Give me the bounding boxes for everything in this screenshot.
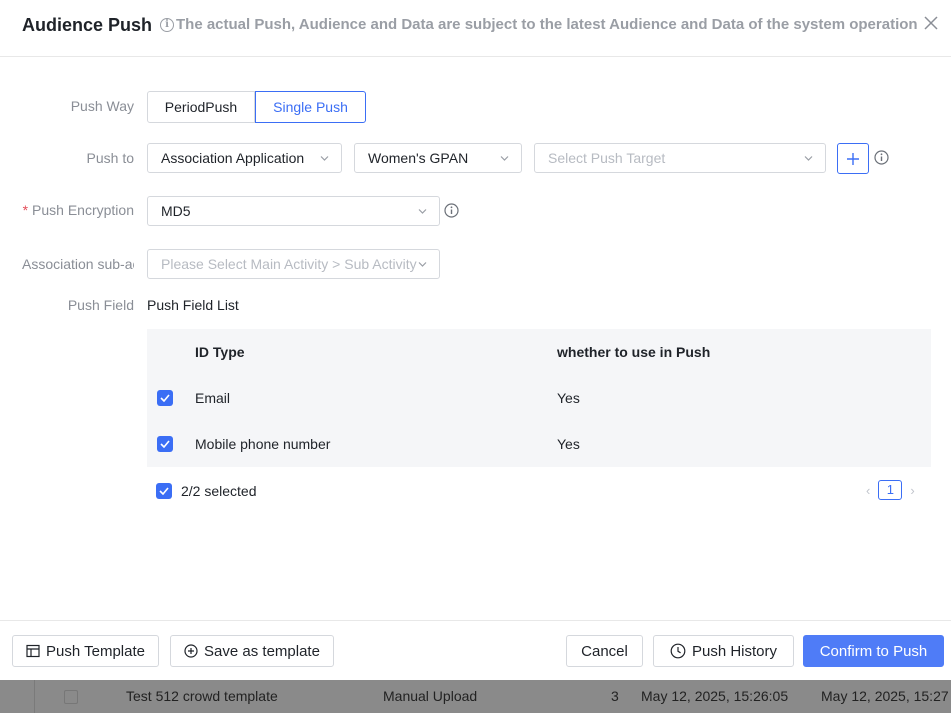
chevron-down-icon	[500, 154, 509, 163]
push-field-list-title: Push Field List	[147, 297, 239, 313]
modal-title: Audience Push	[22, 15, 153, 35]
push-encryption-value: MD5	[161, 203, 191, 219]
push-to-label: Push to	[86, 150, 134, 166]
check-icon	[160, 440, 170, 448]
push-way-label: Push Way	[70, 98, 134, 114]
push-field-table: ID Type whether to use in Push Email Yes…	[147, 329, 931, 467]
push-app-value: Association Application	[161, 150, 305, 166]
check-icon	[160, 394, 170, 402]
chevron-down-icon	[418, 260, 427, 269]
cancel-button[interactable]: Cancel	[566, 635, 643, 667]
table-cell-use-in-push: Yes	[557, 390, 580, 406]
row-source: Manual Upload	[383, 688, 478, 704]
save-as-template-label: Save as template	[204, 642, 320, 660]
required-mark: *	[22, 202, 29, 218]
template-icon	[26, 644, 40, 658]
row-created: May 12, 2025, 15:26:05	[641, 688, 789, 704]
pagination: ‹ 1 ›	[866, 480, 915, 500]
info-icon: i	[160, 17, 174, 32]
chevron-down-icon	[320, 154, 329, 163]
push-template-button[interactable]: Push Template	[12, 635, 159, 667]
table-divider	[34, 680, 35, 713]
period-push-option[interactable]: PeriodPush	[147, 91, 255, 123]
modal-footer: Push Template Save as template Cancel Pu…	[0, 620, 951, 680]
push-way-segmented: PeriodPush Single Push	[147, 91, 366, 123]
confirm-push-button[interactable]: Confirm to Push	[803, 635, 944, 667]
sub-activity-cascader[interactable]: Please Select Main Activity > Sub Activi…	[147, 249, 440, 279]
push-target-select[interactable]: Select Push Target	[534, 143, 826, 173]
push-target-placeholder: Select Push Target	[548, 150, 666, 166]
row-checkbox-mobile[interactable]	[157, 436, 173, 452]
row-checkbox-email[interactable]	[157, 390, 173, 406]
clock-icon	[670, 643, 686, 659]
background-table-row: Test 512 crowd template Manual Upload 3 …	[0, 680, 951, 713]
modal-header: Audience Push i The actual Push, Audienc…	[0, 0, 951, 57]
chevron-down-icon	[804, 154, 813, 163]
push-encryption-label-text: Push Encryption	[32, 202, 134, 218]
chevron-down-icon	[418, 207, 427, 216]
row-checkbox[interactable]	[64, 690, 78, 704]
table-cell-id-type: Email	[195, 390, 231, 406]
push-encryption-label: * Push Encryption	[0, 202, 134, 218]
select-all-checkbox[interactable]	[156, 483, 172, 499]
next-page-icon[interactable]: ›	[910, 483, 914, 498]
sub-activity-placeholder: Please Select Main Activity > Sub Activi…	[161, 256, 417, 272]
column-header-id-type[interactable]: ID Type	[195, 344, 245, 360]
plus-circle-icon	[184, 644, 198, 658]
association-sub-activity-label: Association sub-activity	[22, 256, 134, 272]
info-icon[interactable]	[444, 203, 459, 218]
check-icon	[159, 487, 169, 495]
push-history-label: Push History	[691, 642, 778, 660]
info-icon[interactable]	[874, 150, 889, 165]
page-number[interactable]: 1	[878, 480, 903, 500]
push-app-select[interactable]: Association Application	[147, 143, 342, 173]
push-encryption-select[interactable]: MD5	[147, 196, 440, 226]
single-push-option[interactable]: Single Push	[255, 91, 366, 123]
row-count: 3	[611, 688, 619, 704]
push-template-label: Push Template	[46, 642, 145, 660]
column-header-use-in-push[interactable]: whether to use in Push	[557, 344, 710, 360]
push-history-button[interactable]: Push History	[653, 635, 794, 667]
push-channel-select[interactable]: Women's GPAN	[354, 143, 522, 173]
audience-push-modal: Audience Push i The actual Push, Audienc…	[0, 0, 951, 680]
add-target-button[interactable]	[837, 143, 869, 174]
notice-text: i The actual Push, Audience and Data are…	[160, 16, 918, 33]
row-updated: May 12, 2025, 15:27	[821, 688, 949, 704]
close-icon[interactable]	[922, 14, 940, 32]
push-channel-value: Women's GPAN	[368, 150, 469, 166]
row-name: Test 512 crowd template	[126, 688, 278, 704]
table-cell-use-in-push: Yes	[557, 436, 580, 452]
notice-message: The actual Push, Audience and Data are s…	[176, 16, 918, 33]
save-as-template-button[interactable]: Save as template	[170, 635, 334, 667]
push-field-label: Push Field	[67, 297, 134, 313]
selected-count: 2/2 selected	[181, 483, 257, 499]
plus-icon	[847, 152, 859, 165]
table-cell-id-type: Mobile phone number	[195, 436, 331, 452]
prev-page-icon[interactable]: ‹	[866, 483, 870, 498]
